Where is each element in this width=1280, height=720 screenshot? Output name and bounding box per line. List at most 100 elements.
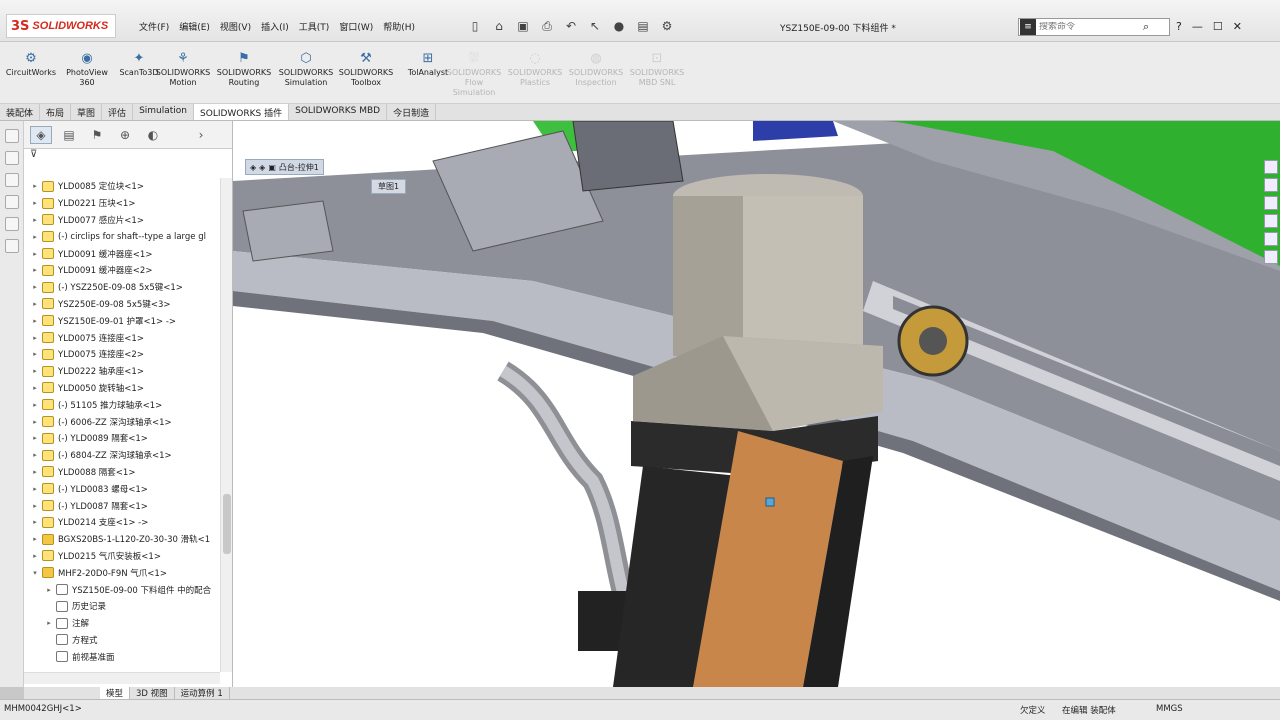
expand-toggle-icon[interactable]: ▸ [28,434,42,442]
expand-toggle-icon[interactable]: ▸ [28,334,42,342]
ribbon-button-10[interactable]: ◍ SOLIDWORKS Inspection [567,50,625,88]
dimxpert-tab-icon[interactable]: ⊕ [114,126,136,144]
custom-properties-icon[interactable] [1264,250,1278,264]
select-arrow-icon[interactable]: ↖ [586,18,604,34]
tab-4[interactable]: Simulation [133,104,195,120]
tree-item[interactable]: ▾ MHF2-20D0-F9N 气爪<1> [24,564,220,581]
menu-insert[interactable]: 插入(I) [258,20,292,33]
tree-item[interactable]: ▸ (-) circlips for shaft--type a large gl [24,228,220,245]
panel-toggle-icon[interactable] [4,129,19,143]
tree-item[interactable]: 历史记录 [24,598,220,615]
tree-item[interactable]: ▸ 注解 [24,615,220,632]
tree-item[interactable]: ▸ YLD0222 轴承座<1> [24,363,220,380]
file-explorer-icon[interactable] [1264,214,1278,228]
tree-item[interactable]: ▸ YLD0091 缓冲器座<2> [24,262,220,279]
expand-toggle-icon[interactable]: ▸ [28,216,42,224]
tree-item[interactable]: ▸ (-) 6006-ZZ 深沟球轴承<1> [24,413,220,430]
tree-item[interactable]: ▸ YLD0214 支座<1> -> [24,514,220,531]
propertymanager-tab-icon[interactable]: ▤ [58,126,80,144]
new-document-icon[interactable]: ▯ [466,18,484,34]
panel-toggle-icon[interactable] [4,151,19,165]
tree-item[interactable]: ▸ YLD0075 连接座<2> [24,346,220,363]
tab-3[interactable]: 评估 [102,104,134,120]
ribbon-button-5[interactable]: ⬡ SOLIDWORKS Simulation [277,50,335,88]
scroll-thumb[interactable] [223,494,231,554]
search-input[interactable] [1039,22,1143,32]
expand-toggle-icon[interactable]: ▸ [28,350,42,358]
file-properties-icon[interactable]: ▤ [634,18,652,34]
sketch-label[interactable]: 草图1 [371,179,407,194]
command-search[interactable]: ≡ ⌕ [1018,18,1170,36]
tree-item[interactable]: 前视基准面 [24,648,220,665]
featuremanager-tab-icon[interactable]: ◈ [30,125,52,144]
menu-window[interactable]: 窗口(W) [336,20,376,33]
expand-toggle-icon[interactable]: ▸ [28,199,42,207]
expand-toggle-icon[interactable]: ▸ [28,502,42,510]
tree-item[interactable]: ▸ (-) YLD0087 隔套<1> [24,497,220,514]
tab-0[interactable]: 装配体 [0,104,41,120]
tree-item[interactable]: ▸ YSZ150E-09-01 护罩<1> -> [24,312,220,329]
tree-vertical-scrollbar[interactable] [220,178,232,672]
tree-item[interactable]: ▸ YLD0075 连接座<1> [24,329,220,346]
ribbon-button-0[interactable]: ⚙ CircuitWorks [2,50,60,78]
expand-toggle-icon[interactable]: ▸ [28,518,42,526]
tab-2[interactable]: 草图 [71,104,103,120]
menu-file[interactable]: 文件(F) [136,20,172,33]
panel-toggle-icon[interactable] [4,239,19,253]
filter-icon[interactable]: ⊽ [24,149,232,163]
close-button[interactable]: ✕ [1233,20,1242,33]
tree-item[interactable]: ▸ YSZ150E-09-00 下料组件 中的配合 [24,581,220,598]
ribbon-button-11[interactable]: ⊡ SOLIDWORKS MBD SNL [628,50,686,88]
appearances-icon[interactable] [1264,232,1278,246]
selection-breadcrumb[interactable]: ◈ ◈ ▣ 凸台-拉伸1 [245,159,324,175]
tree-item[interactable]: ▸ YLD0091 缓冲器座<1> [24,245,220,262]
tab-7[interactable]: 今日制造 [387,104,437,120]
expand-toggle-icon[interactable]: ▸ [28,317,42,325]
feature-label[interactable]: 凸台-拉伸1 [279,162,319,173]
tree-item[interactable]: ▸ YSZ250E-09-08 5x5键<3> [24,296,220,313]
tree-item[interactable]: ▸ YLD0085 定位块<1> [24,178,220,195]
tree-item[interactable]: ▸ (-) 6804-ZZ 深沟球轴承<1> [24,447,220,464]
tree-item[interactable]: 方程式 [24,632,220,649]
design-library-icon[interactable] [1264,196,1278,210]
ribbon-button-8[interactable]: ⛆ SOLIDWORKS Flow Simulation [445,50,503,98]
expand-toggle-icon[interactable]: ▸ [28,384,42,392]
ribbon-button-6[interactable]: ⚒ SOLIDWORKS Toolbox [337,50,395,88]
tree-item[interactable]: ▸ (-) 51105 推力球轴承<1> [24,396,220,413]
expand-toggle-icon[interactable]: ▸ [28,266,42,274]
expand-toggle-icon[interactable]: ▸ [28,485,42,493]
expand-toggle-icon[interactable]: ▸ [28,552,42,560]
tab-1[interactable]: 布局 [40,104,72,120]
save-icon[interactable]: ▣ [514,18,532,34]
expand-toggle-icon[interactable]: ▸ [28,367,42,375]
expand-toggle-icon[interactable]: ▸ [28,250,42,258]
ribbon-button-4[interactable]: ⚑ SOLIDWORKS Routing [215,50,273,88]
open-folder-icon[interactable]: ⌂ [490,18,508,34]
options-gear-icon[interactable]: ⚙ [658,18,676,34]
tree-item[interactable]: ▸ YLD0088 隔套<1> [24,464,220,481]
expand-toggle-icon[interactable]: ▾ [28,569,42,577]
expand-toggle-icon[interactable]: ▸ [28,300,42,308]
ribbon-button-1[interactable]: ◉ PhotoView 360 [58,50,116,88]
traffic-light-icon[interactable]: ● [610,18,628,34]
configurationmanager-tab-icon[interactable]: ⚑ [86,126,108,144]
search-scope-icon[interactable]: ≡ [1020,19,1036,35]
undo-icon[interactable]: ↶ [562,18,580,34]
tree-item[interactable]: ▸ (-) YLD0083 螺母<1> [24,480,220,497]
part-icon[interactable]: ▣ [268,163,276,172]
menu-edit[interactable]: 编辑(E) [176,20,213,33]
tree-item[interactable]: ▸ (-) YSZ250E-09-08 5x5键<1> [24,279,220,296]
expand-toggle-icon[interactable]: ▸ [28,182,42,190]
search-icon[interactable]: ⌕ [1143,20,1149,34]
tree-item[interactable]: ▸ YLD0050 旋转轴<1> [24,380,220,397]
solidworks-logo[interactable]: 3S SOLIDWORKS [6,14,116,38]
panel-toggle-icon[interactable] [4,217,19,231]
print-icon[interactable]: ⎙ [538,18,556,34]
status-units[interactable]: MMGS [1156,704,1183,714]
tree-horizontal-scrollbar[interactable] [24,672,220,684]
assembly-icon[interactable]: ◈ [250,163,256,172]
assembly-3d-view[interactable] [233,121,1280,687]
tab-6[interactable]: SOLIDWORKS MBD [289,104,388,120]
component-icon[interactable]: ◈ [259,163,265,172]
ribbon-button-3[interactable]: ⚘ SOLIDWORKS Motion [154,50,212,88]
